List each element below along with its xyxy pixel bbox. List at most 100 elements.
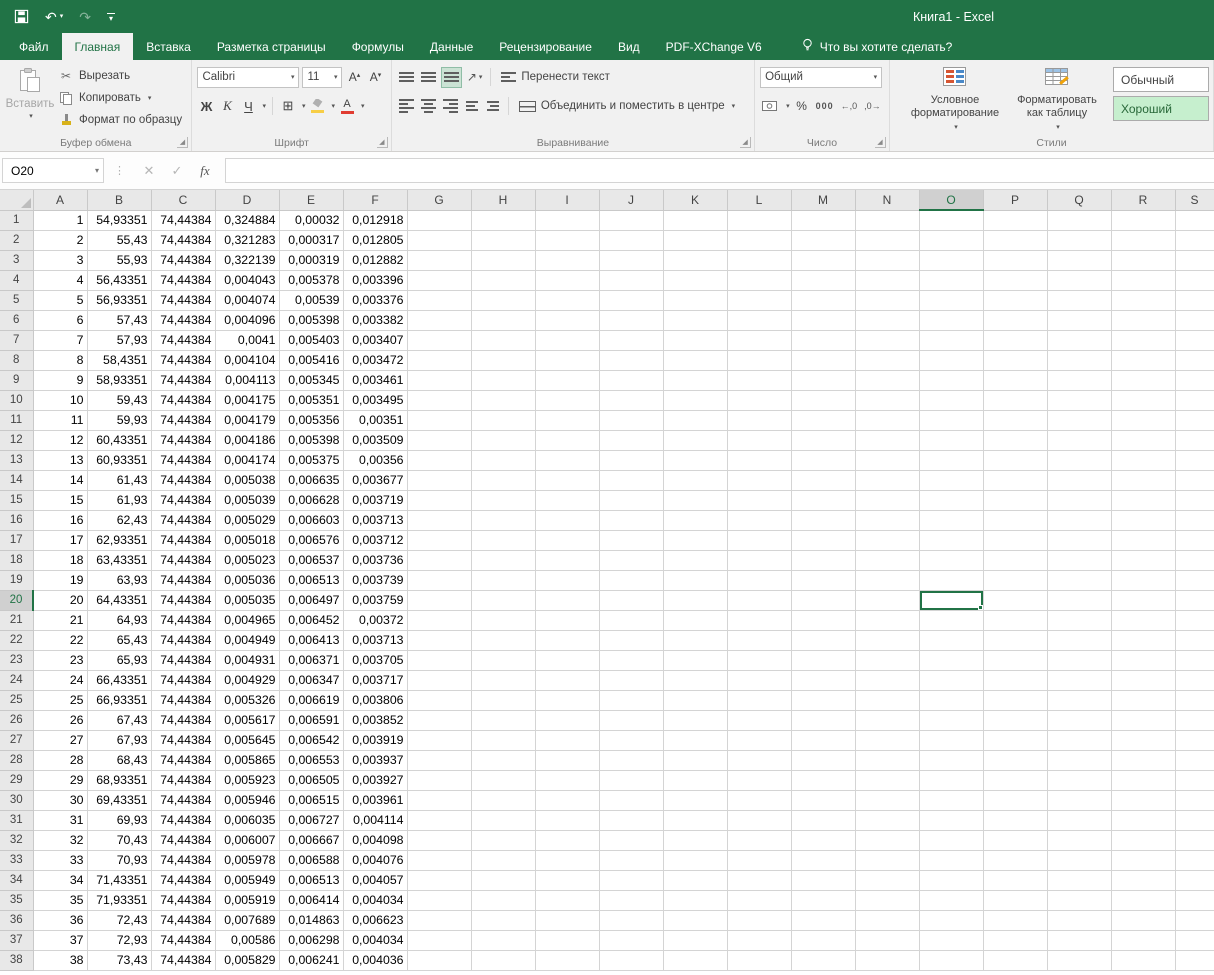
cell-Q12[interactable]: [1047, 430, 1111, 450]
cell-K1[interactable]: [663, 210, 727, 230]
cell-O15[interactable]: [919, 490, 983, 510]
cell-D31[interactable]: 0,006035: [215, 810, 279, 830]
cell-B2[interactable]: 55,43: [87, 230, 151, 250]
cell-R18[interactable]: [1111, 550, 1175, 570]
row-header-2[interactable]: 2: [0, 230, 33, 250]
cell-P8[interactable]: [983, 350, 1047, 370]
cell-A22[interactable]: 22: [33, 630, 87, 650]
cell-G26[interactable]: [407, 710, 471, 730]
row-header-25[interactable]: 25: [0, 690, 33, 710]
row-header-19[interactable]: 19: [0, 570, 33, 590]
cell-P38[interactable]: [983, 950, 1047, 970]
cell-I14[interactable]: [535, 470, 599, 490]
cell-N20[interactable]: [855, 590, 919, 610]
row-header-27[interactable]: 27: [0, 730, 33, 750]
cell-K10[interactable]: [663, 390, 727, 410]
cell-O26[interactable]: [919, 710, 983, 730]
cell-D12[interactable]: 0,004186: [215, 430, 279, 450]
cell-B30[interactable]: 69,43351: [87, 790, 151, 810]
cell-J20[interactable]: [599, 590, 663, 610]
cell-O14[interactable]: [919, 470, 983, 490]
cell-J22[interactable]: [599, 630, 663, 650]
column-header-C[interactable]: C: [151, 190, 215, 210]
cell-O36[interactable]: [919, 910, 983, 930]
cell-G36[interactable]: [407, 910, 471, 930]
cell-S25[interactable]: [1175, 690, 1214, 710]
cell-R7[interactable]: [1111, 330, 1175, 350]
cell-S7[interactable]: [1175, 330, 1214, 350]
cell-R35[interactable]: [1111, 890, 1175, 910]
cell-A1[interactable]: 1: [33, 210, 87, 230]
cell-L14[interactable]: [727, 470, 791, 490]
cell-S37[interactable]: [1175, 930, 1214, 950]
cell-H18[interactable]: [471, 550, 535, 570]
cell-D5[interactable]: 0,004074: [215, 290, 279, 310]
cell-L8[interactable]: [727, 350, 791, 370]
cell-N3[interactable]: [855, 250, 919, 270]
column-header-P[interactable]: P: [983, 190, 1047, 210]
paste-button[interactable]: Вставить ▾: [5, 65, 55, 131]
cell-J29[interactable]: [599, 770, 663, 790]
cell-E18[interactable]: 0,006537: [279, 550, 343, 570]
cell-I5[interactable]: [535, 290, 599, 310]
cell-N34[interactable]: [855, 870, 919, 890]
cancel-icon[interactable]: ✕: [135, 163, 163, 179]
row-header-18[interactable]: 18: [0, 550, 33, 570]
cell-K15[interactable]: [663, 490, 727, 510]
cell-N22[interactable]: [855, 630, 919, 650]
cell-C20[interactable]: 74,44384: [151, 590, 215, 610]
cell-G5[interactable]: [407, 290, 471, 310]
cell-I6[interactable]: [535, 310, 599, 330]
cell-O6[interactable]: [919, 310, 983, 330]
cell-I38[interactable]: [535, 950, 599, 970]
cell-B13[interactable]: 60,93351: [87, 450, 151, 470]
cell-J24[interactable]: [599, 670, 663, 690]
cell-M20[interactable]: [791, 590, 855, 610]
cell-N33[interactable]: [855, 850, 919, 870]
cell-R3[interactable]: [1111, 250, 1175, 270]
cell-M14[interactable]: [791, 470, 855, 490]
column-header-E[interactable]: E: [279, 190, 343, 210]
cell-D1[interactable]: 0,324884: [215, 210, 279, 230]
column-header-K[interactable]: K: [663, 190, 727, 210]
cell-I1[interactable]: [535, 210, 599, 230]
cell-H12[interactable]: [471, 430, 535, 450]
column-header-R[interactable]: R: [1111, 190, 1175, 210]
cell-Q33[interactable]: [1047, 850, 1111, 870]
cell-E10[interactable]: 0,005351: [279, 390, 343, 410]
cell-J28[interactable]: [599, 750, 663, 770]
cell-B27[interactable]: 67,93: [87, 730, 151, 750]
cell-E2[interactable]: 0,000317: [279, 230, 343, 250]
cell-S26[interactable]: [1175, 710, 1214, 730]
cell-F33[interactable]: 0,004076: [343, 850, 407, 870]
cell-S31[interactable]: [1175, 810, 1214, 830]
wrap-text-button[interactable]: Перенести текст: [497, 66, 614, 88]
cell-J2[interactable]: [599, 230, 663, 250]
cell-F4[interactable]: 0,003396: [343, 270, 407, 290]
cell-P16[interactable]: [983, 510, 1047, 530]
cell-Q36[interactable]: [1047, 910, 1111, 930]
cell-L25[interactable]: [727, 690, 791, 710]
cell-E21[interactable]: 0,006452: [279, 610, 343, 630]
cell-G23[interactable]: [407, 650, 471, 670]
cell-I22[interactable]: [535, 630, 599, 650]
cell-L18[interactable]: [727, 550, 791, 570]
cell-E35[interactable]: 0,006414: [279, 890, 343, 910]
cell-O38[interactable]: [919, 950, 983, 970]
cell-N13[interactable]: [855, 450, 919, 470]
cell-S14[interactable]: [1175, 470, 1214, 490]
cell-M6[interactable]: [791, 310, 855, 330]
cell-G15[interactable]: [407, 490, 471, 510]
row-header-6[interactable]: 6: [0, 310, 33, 330]
cell-N32[interactable]: [855, 830, 919, 850]
cell-Q32[interactable]: [1047, 830, 1111, 850]
tell-me[interactable]: Что вы хотите сделать?: [801, 33, 953, 60]
cell-J5[interactable]: [599, 290, 663, 310]
cell-H3[interactable]: [471, 250, 535, 270]
cell-J12[interactable]: [599, 430, 663, 450]
cell-B32[interactable]: 70,43: [87, 830, 151, 850]
cell-F37[interactable]: 0,004034: [343, 930, 407, 950]
row-header-23[interactable]: 23: [0, 650, 33, 670]
cell-M9[interactable]: [791, 370, 855, 390]
cell-N11[interactable]: [855, 410, 919, 430]
